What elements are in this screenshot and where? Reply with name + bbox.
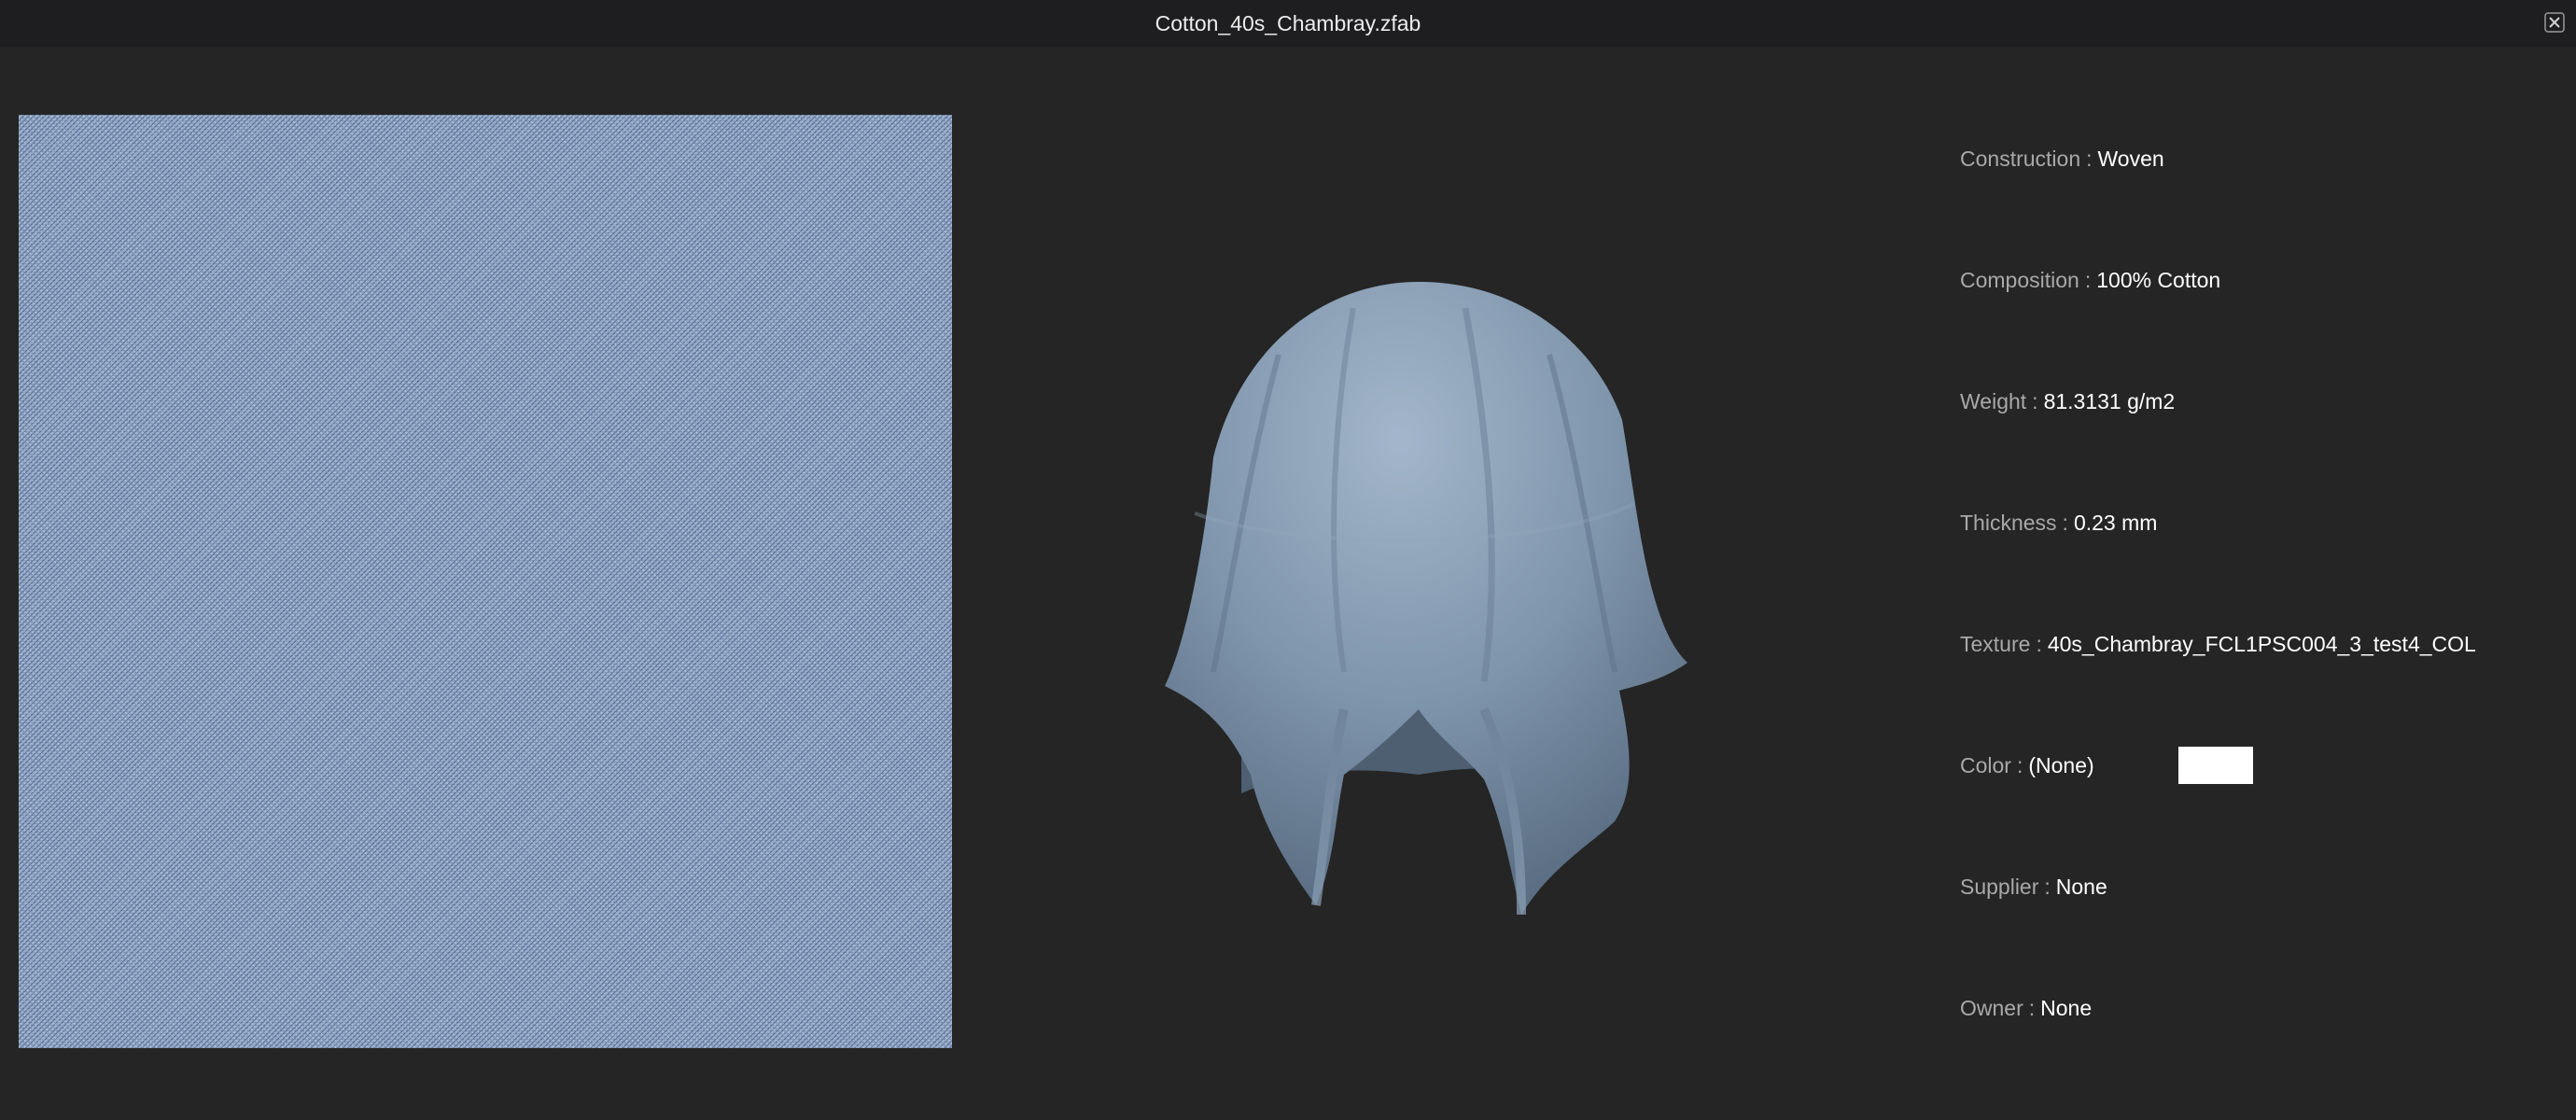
- fabric-drape-preview: [1165, 282, 1687, 916]
- property-value: 40s_Chambray_FCL1PSC004_3_test4_COL: [2047, 632, 2476, 656]
- property-separator: :: [2016, 753, 2023, 777]
- property-color: Color: (None): [1960, 747, 2557, 784]
- property-construction: Construction: Woven: [1960, 140, 2164, 177]
- property-label: Color: [1960, 753, 2011, 777]
- close-button[interactable]: [2542, 10, 2567, 35]
- property-value: 100% Cotton: [2096, 268, 2221, 292]
- property-separator: :: [2062, 511, 2068, 535]
- property-label: Supplier: [1960, 875, 2039, 899]
- property-separator: :: [2036, 632, 2042, 656]
- property-value: (None): [2028, 753, 2094, 777]
- close-icon: [2544, 12, 2565, 33]
- color-swatch-button[interactable]: [2178, 747, 2253, 784]
- property-separator: :: [2086, 147, 2093, 171]
- fabric-texture-swatch: [19, 115, 952, 1048]
- property-value: 81.3131 g/m2: [2043, 389, 2176, 413]
- fabric-viewer-window: Cotton_40s_Chambray.zfab Construction: …: [0, 0, 2576, 1120]
- property-value: Woven: [2097, 147, 2164, 171]
- property-texture: Texture:40s_Chambray_FCL1PSC004_3_test4_…: [1960, 625, 2476, 663]
- property-label: Owner: [1960, 996, 2023, 1020]
- title-bar: Cotton_40s_Chambray.zfab: [0, 0, 2576, 47]
- property-label: Construction: [1960, 147, 2081, 171]
- property-value: None: [2055, 875, 2107, 899]
- property-separator: :: [2028, 996, 2036, 1020]
- property-label: Texture: [1960, 632, 2031, 656]
- property-label: Composition: [1960, 268, 2079, 292]
- property-separator: :: [2044, 875, 2051, 899]
- property-label: Thickness: [1960, 511, 2057, 535]
- property-weight: Weight:81.3131 g/m2: [1960, 383, 2175, 420]
- property-owner: Owner: None: [1960, 989, 2092, 1027]
- window-title: Cotton_40s_Chambray.zfab: [1155, 11, 1421, 35]
- property-separator: :: [2032, 389, 2038, 413]
- property-label: Weight: [1960, 389, 2027, 413]
- property-composition: Composition:100% Cotton: [1960, 261, 2220, 299]
- property-value: None: [2040, 996, 2093, 1020]
- property-thickness: Thickness:0.23 mm: [1960, 504, 2157, 541]
- property-value: 0.23 mm: [2073, 511, 2158, 535]
- property-separator: :: [2084, 268, 2092, 292]
- property-supplier: Supplier: None: [1960, 868, 2107, 905]
